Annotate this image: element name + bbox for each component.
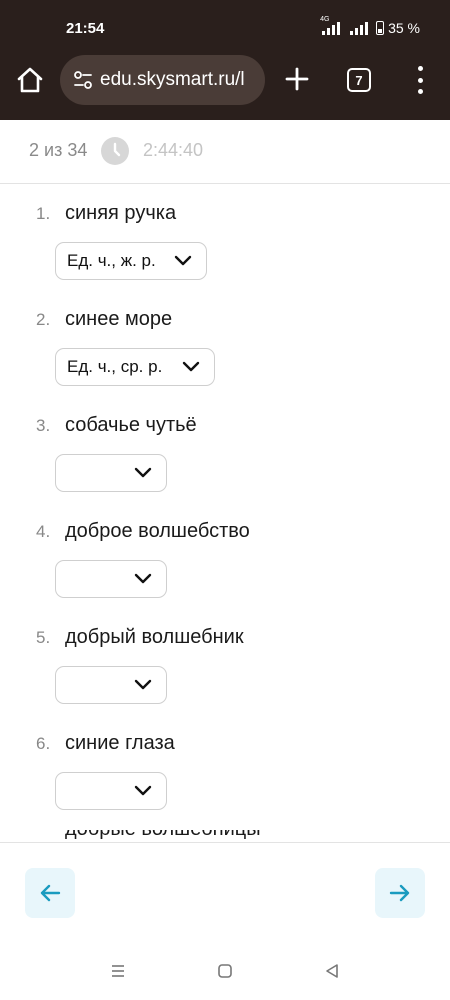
question-item: 4. доброе волшебство (0, 520, 450, 622)
answer-dropdown[interactable]: Ед. ч., ср. р. (55, 348, 215, 386)
next-button[interactable] (375, 868, 425, 918)
chevron-down-icon (174, 255, 192, 266)
question-text: синие глаза (65, 732, 175, 754)
system-home-icon[interactable] (217, 963, 233, 979)
chevron-down-icon (134, 573, 152, 584)
question-text: синее море (65, 308, 173, 330)
chevron-down-icon (134, 785, 152, 796)
question-text: добрый волшебник (65, 626, 244, 648)
question-number: 4. (36, 522, 51, 541)
question-text: собачье чутьё (65, 414, 197, 436)
answer-value: Ед. ч., ж. р. (67, 251, 156, 270)
prev-button[interactable] (25, 868, 75, 918)
signal-icon: 4G (320, 16, 341, 35)
arrow-right-icon (389, 884, 410, 902)
task-counter: 2 из 34 (29, 140, 88, 160)
answer-dropdown[interactable] (55, 772, 167, 810)
recent-apps-icon[interactable] (110, 963, 126, 979)
chevron-down-icon (134, 467, 152, 478)
more-vert-icon[interactable] (410, 66, 430, 94)
tabs-icon[interactable]: 7 (347, 68, 371, 92)
status-time: 21:54 (66, 20, 105, 37)
site-settings-icon[interactable] (72, 69, 94, 91)
cut-off-text: добрые волшебницы (65, 830, 365, 840)
question-number: 5. (36, 628, 51, 647)
answer-dropdown[interactable] (55, 666, 167, 704)
question-number: 3. (36, 416, 51, 435)
plus-icon[interactable] (284, 66, 310, 92)
question-item: 5. добрый волшебник (0, 626, 450, 728)
question-text: доброе волшебство (65, 520, 250, 542)
question-text: синяя ручка (65, 202, 177, 224)
question-item: 6. синие глаза (0, 732, 450, 834)
back-icon[interactable] (324, 963, 340, 979)
system-navigation (0, 945, 450, 1000)
answer-value: Ед. ч., ср. р. (67, 357, 163, 376)
chevron-down-icon (134, 679, 152, 690)
signal-2-icon (350, 21, 369, 35)
question-item: 2. синее море Ед. ч., ср. р. (0, 308, 450, 410)
answer-dropdown[interactable] (55, 560, 167, 598)
clock-icon (101, 137, 129, 165)
cut-off-question-text: добрые волшебницы (65, 830, 365, 840)
battery-icon (376, 21, 385, 35)
browser-chrome: 21:54 4G 35 % edu.skysmart.ru/l 7 (0, 0, 450, 120)
question-number: 1. (36, 204, 51, 223)
network-type: 4G (320, 15, 330, 23)
answer-dropdown[interactable]: Ед. ч., ж. р. (55, 242, 207, 280)
timer: 2:44:40 (143, 140, 204, 160)
home-icon[interactable] (14, 64, 46, 96)
arrow-left-icon (40, 884, 61, 902)
chevron-down-icon (182, 361, 200, 372)
question-item: 1. синяя ручка Ед. ч., ж. р. (0, 202, 450, 304)
question-number: 6. (36, 734, 51, 753)
url-bar[interactable]: edu.skysmart.ru/l (60, 55, 265, 105)
battery-level: 35 % (388, 20, 420, 36)
question-number: 2. (36, 310, 51, 329)
question-item: 3. собачье чутьё (0, 414, 450, 516)
url-text: edu.skysmart.ru/l (100, 69, 245, 90)
status-icons: 4G 35 % (320, 16, 420, 37)
answer-dropdown[interactable] (55, 454, 167, 492)
